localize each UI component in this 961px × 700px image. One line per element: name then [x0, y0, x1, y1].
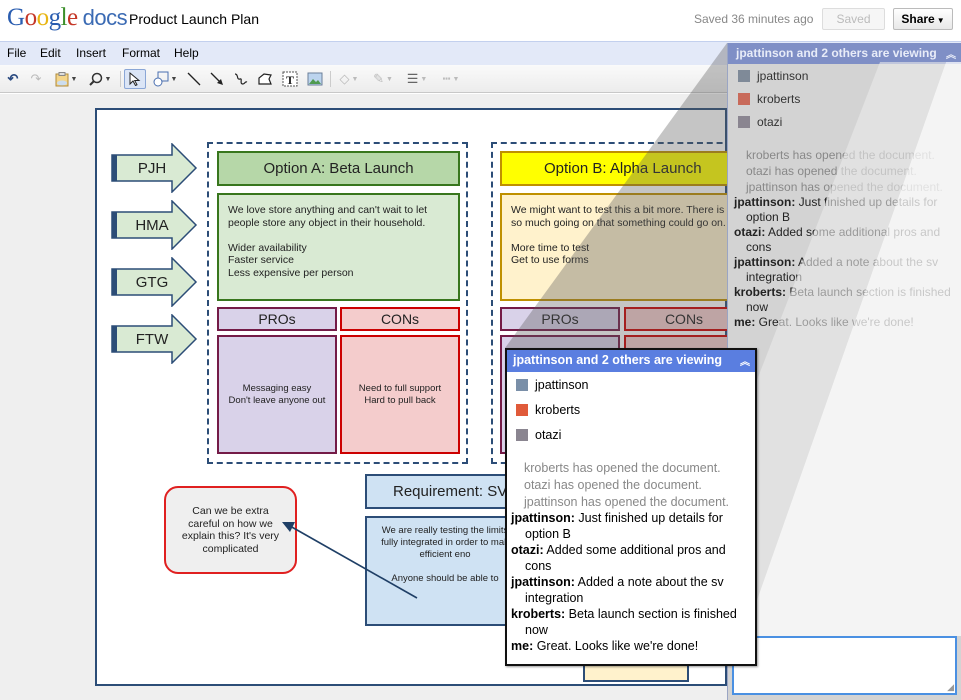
message-author: jpattinson:	[734, 195, 796, 209]
user-color-swatch	[738, 69, 750, 82]
chat-input[interactable]: ◢	[732, 636, 957, 695]
viewer-name: jpattinson	[535, 377, 589, 392]
chat-message: me: Great. Looks like we're done!	[511, 639, 751, 655]
chat-popup-magnified: jpattinson and 2 others are viewing ︽ jp…	[505, 348, 757, 666]
system-message: jpattinson has opened the document.	[524, 495, 730, 509]
viewer-item: jpattinson	[728, 64, 961, 87]
message-author: otazi:	[734, 225, 766, 239]
user-color-swatch	[738, 92, 750, 105]
viewer-name: otazi	[535, 427, 562, 442]
chat-message: kroberts: Beta launch section is finishe…	[511, 607, 751, 638]
collapse-icon[interactable]: ︽	[946, 46, 956, 61]
chat-header-text: jpattinson and 2 others are viewing	[513, 353, 723, 367]
message-author: jpattinson:	[511, 575, 575, 589]
chat-message: kroberts: Beta launch section is finishe…	[734, 285, 955, 315]
system-message: otazi has opened the document.	[746, 164, 917, 178]
chat-message: jpattinson: Added a note about the sv in…	[511, 575, 751, 606]
google-docs-drawing-app: Google docs Product Launch Plan Saved 36 …	[0, 0, 961, 700]
chat-message: jpattinson: Just finished up details for…	[734, 195, 955, 225]
viewer-item: kroberts	[728, 87, 961, 110]
chat-messages: jpattinson: Just finished up details for…	[728, 195, 961, 330]
system-messages: kroberts has opened the document. otazi …	[507, 447, 755, 511]
chat-messages: jpattinson: Just finished up details for…	[507, 511, 755, 655]
system-messages: kroberts has opened the document. otazi …	[728, 133, 961, 195]
chat-message: otazi: Added some additional pros and co…	[734, 225, 955, 255]
user-color-swatch	[516, 403, 528, 416]
viewer-item: otazi	[507, 422, 755, 447]
chat-message: jpattinson: Added a note about the sv in…	[734, 255, 955, 285]
viewer-item: jpattinson	[507, 372, 755, 397]
chat-header[interactable]: jpattinson and 2 others are viewing ︽	[507, 350, 755, 372]
message-text: Added some additional pros and cons	[525, 543, 726, 573]
message-author: kroberts:	[511, 607, 566, 621]
message-author: otazi:	[511, 543, 544, 557]
viewer-item: kroberts	[507, 397, 755, 422]
message-text: Added some additional pros and cons	[746, 225, 941, 254]
message-author: jpattinson:	[734, 255, 796, 269]
viewer-item: otazi	[728, 110, 961, 133]
chat-message: otazi: Added some additional pros and co…	[511, 543, 751, 574]
resize-grip-icon[interactable]: ◢	[947, 683, 954, 692]
system-message: jpattinson has opened the document.	[746, 180, 943, 194]
message-text: Great. Looks like we're done!	[755, 315, 914, 329]
chat-message: me: Great. Looks like we're done!	[734, 315, 955, 330]
user-color-swatch	[516, 378, 528, 391]
viewer-name: kroberts	[757, 91, 801, 106]
message-author: me:	[734, 315, 756, 329]
system-message: kroberts has opened the document.	[746, 148, 935, 162]
viewer-name: jpattinson	[757, 68, 809, 83]
chat-panel: jpattinson and 2 others are viewing ︽ jp…	[727, 43, 961, 700]
user-color-swatch	[738, 115, 750, 128]
message-text: Great. Looks like we're done!	[533, 639, 699, 653]
viewer-name: kroberts	[535, 402, 581, 417]
message-author: me:	[511, 639, 534, 653]
system-message: kroberts has opened the document.	[524, 461, 721, 475]
message-author: kroberts:	[734, 285, 787, 299]
chat-header[interactable]: jpattinson and 2 others are viewing ︽	[728, 43, 961, 64]
collapse-icon[interactable]: ︽	[740, 353, 750, 368]
chat-header-text: jpattinson and 2 others are viewing	[736, 46, 937, 60]
chat-message: jpattinson: Just finished up details for…	[511, 511, 751, 542]
user-color-swatch	[516, 428, 528, 441]
message-author: jpattinson:	[511, 511, 575, 525]
system-message: otazi has opened the document.	[524, 478, 702, 492]
viewer-name: otazi	[757, 114, 783, 129]
